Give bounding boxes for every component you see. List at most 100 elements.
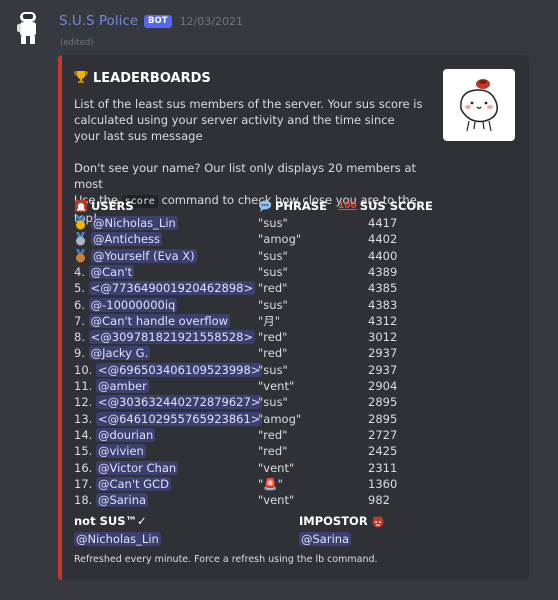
table-row-phrase: "🚨" <box>258 476 283 491</box>
table-row-score: 3012 <box>368 330 398 345</box>
impostor-field: IMPOSTOR @Sarina <box>299 513 385 546</box>
rank-number: 16. <box>74 460 96 475</box>
table-row-user: 12. <@303632440272879627> <box>74 394 263 410</box>
bot-badge: BOT <box>144 14 172 28</box>
user-mention[interactable]: @Yourself (Eva X) <box>91 248 197 263</box>
user-mention[interactable]: <@303632440272879627> <box>95 395 263 410</box>
user-mention[interactable]: @Can't handle overflow <box>88 313 231 328</box>
embed-thumbnail[interactable] <box>443 69 515 141</box>
table-row-score: 2311 <box>368 460 398 475</box>
speech-bubble-icon <box>258 199 272 214</box>
table-row-user: 14. @dourian <box>74 427 156 443</box>
table-row-user: 9. @Jacky G. <box>74 345 151 361</box>
table-row-phrase: "red" <box>258 427 288 442</box>
edited-label: (edited) <box>60 38 94 48</box>
table-row-score: 4312 <box>368 313 398 328</box>
user-mention[interactable]: @Jacky G. <box>88 346 151 361</box>
not-sus-user-mention[interactable]: @Nicholas_Lin <box>74 532 161 546</box>
table-row-score: 2895 <box>368 395 398 410</box>
table-row-score: 4383 <box>368 297 398 312</box>
table-row-score: 2895 <box>368 411 398 426</box>
user-mention[interactable]: @vivien <box>95 444 146 459</box>
table-row-phrase: "vent" <box>258 460 295 475</box>
rank-number: 11. <box>74 379 96 393</box>
message-header: S.U.S Police BOT 12/03/2021 <box>59 13 243 29</box>
table-row-score: 2727 <box>368 427 398 442</box>
impostor-user-mention[interactable]: @Sarina <box>299 532 352 546</box>
bronze-medal-icon <box>74 248 87 263</box>
not-sus-label: not SUS™✓ <box>74 514 147 528</box>
table-row-phrase: "sus" <box>258 264 288 279</box>
rank-number: 9. <box>74 346 89 361</box>
column-score: 100 SUS SCORE <box>338 199 433 213</box>
table-row-score: 2937 <box>368 362 398 377</box>
table-row-score: 2937 <box>368 346 398 361</box>
author-name[interactable]: S.U.S Police <box>59 13 138 29</box>
table-row-user: 18. @Sarina <box>74 492 149 508</box>
table-row-score: 982 <box>368 493 390 508</box>
user-mention[interactable]: @Antichess <box>91 232 163 247</box>
rank-number: 5. <box>74 281 89 296</box>
embed-footer: Refreshed every minute. Force a refresh … <box>74 554 378 565</box>
table-row-user: 13. <@646102955765923861> <box>74 411 263 427</box>
table-row-score: 4389 <box>368 264 398 279</box>
rank-number: 7. <box>74 313 89 328</box>
table-row-phrase: "sus" <box>258 395 288 410</box>
user-mention[interactable]: <@646102955765923861> <box>95 411 263 426</box>
silver-medal-icon <box>74 232 87 246</box>
angry-face-icon <box>371 514 385 529</box>
user-mention[interactable]: <@773649001920462898> <box>88 281 256 296</box>
user-mention[interactable]: @Can't <box>88 264 135 279</box>
user-mention[interactable]: @Can't GCD <box>95 476 171 491</box>
rank-number: 14. <box>74 427 96 442</box>
table-row-user: 15. @vivien <box>74 443 146 459</box>
table-row-phrase: "sus" <box>258 248 288 263</box>
user-mention[interactable]: @Nicholas_Lin <box>91 216 178 230</box>
table-row-phrase: "sus" <box>258 216 288 230</box>
description-line: List of the least sus members of the ser… <box>74 97 423 143</box>
user-mention[interactable]: @-10000000iq <box>88 297 178 312</box>
table-row-user: @Nicholas_Lin <box>74 215 178 231</box>
rank-number: 18. <box>74 493 96 508</box>
user-mention[interactable]: <@696503406109523998> <box>95 362 263 377</box>
user-mention[interactable]: @Victor Chan <box>95 460 179 475</box>
table-row-score: 2425 <box>368 444 398 459</box>
description-line: Don't see your name? Our list only displ… <box>74 161 416 191</box>
user-mention[interactable]: @dourian <box>95 427 156 442</box>
column-users: USERS <box>74 198 134 214</box>
rank-number: 12. <box>74 395 96 410</box>
table-row-phrase: "月" <box>258 313 281 328</box>
user-mention[interactable]: <@309781821921558528> <box>88 330 256 345</box>
table-row-score: 2904 <box>368 379 398 393</box>
message-timestamp: 12/03/2021 <box>179 14 243 28</box>
leaderboard-embed: LEADERBOARDS List of the least sus membe… <box>58 55 529 580</box>
siren-icon <box>74 199 88 214</box>
table-row-phrase: "red" <box>258 444 288 459</box>
table-row-phrase: "red" <box>258 281 288 296</box>
bot-avatar[interactable] <box>14 10 42 46</box>
table-row-user: 6. @-10000000iq <box>74 297 178 313</box>
table-row-phrase: "sus" <box>258 297 288 312</box>
column-phrase: PHRASE <box>258 198 327 214</box>
table-row-user: 17. @Can't GCD <box>74 476 171 492</box>
table-row-score: 4417 <box>368 216 398 230</box>
table-row-phrase: "sus" <box>258 362 288 377</box>
table-row-phrase: "red" <box>258 346 288 361</box>
table-row-phrase: "amog" <box>258 232 302 247</box>
rank-number: 4. <box>74 264 89 279</box>
impostor-label: IMPOSTOR <box>299 513 385 529</box>
rank-number: 17. <box>74 476 96 491</box>
rank-number: 6. <box>74 297 89 312</box>
not-sus-field: not SUS™✓ @Nicholas_Lin <box>74 513 161 546</box>
table-row-user: @Antichess <box>74 231 163 247</box>
table-row-score: 4400 <box>368 248 398 263</box>
user-mention[interactable]: @amber <box>95 379 149 393</box>
rank-number: 15. <box>74 444 96 459</box>
rank-number: 13. <box>74 411 96 426</box>
table-row-user: 4. @Can't <box>74 264 135 280</box>
user-mention[interactable]: @Sarina <box>95 493 149 508</box>
table-row-user: 7. @Can't handle overflow <box>74 313 231 329</box>
gold-medal-icon <box>74 216 87 230</box>
table-row-score: 4385 <box>368 281 398 296</box>
rank-number: 10. <box>74 362 96 377</box>
